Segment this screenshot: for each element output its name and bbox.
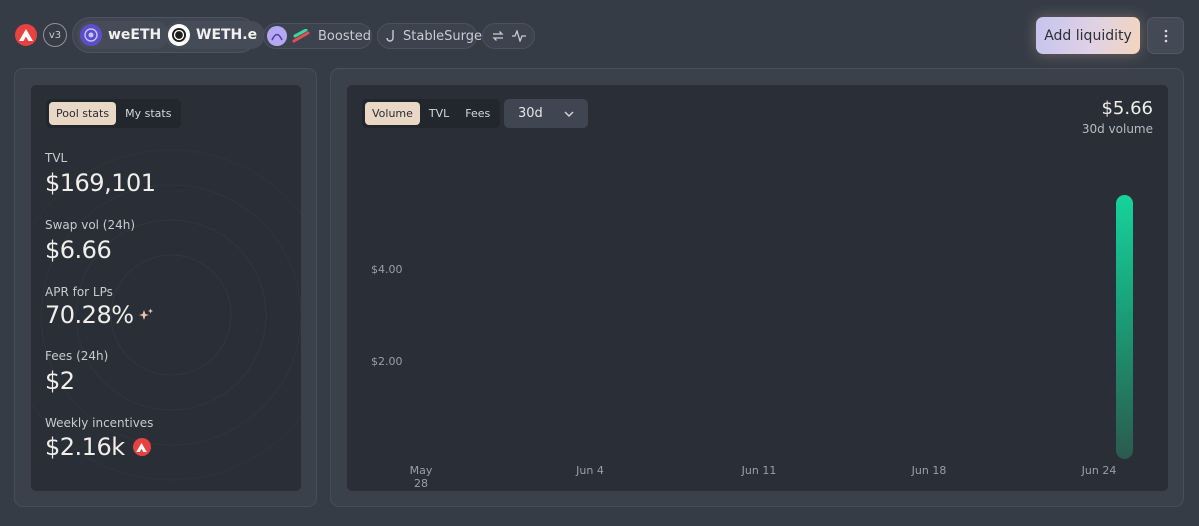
stablesurge-badge[interactable]: StableSurge: [377, 23, 482, 49]
boosted-badge[interactable]: Boosted: [263, 23, 372, 49]
avalanche-token-icon: [132, 438, 151, 456]
incentives-value-text: $2.16k: [45, 433, 125, 461]
token-weth[interactable]: WETH.e: [165, 21, 266, 49]
x-tick-label: May 28: [409, 464, 433, 490]
aave-icon: [267, 26, 287, 46]
kebab-menu-icon: [1164, 29, 1167, 42]
more-options-button[interactable]: [1147, 17, 1184, 54]
stats-tabs: Pool stats My stats: [46, 99, 182, 128]
stablesurge-label: StableSurge: [403, 28, 483, 44]
swap-volume-label: Swap vol (24h): [45, 218, 136, 232]
tab-my-stats[interactable]: My stats: [118, 102, 178, 125]
swap-arrows-icon: [492, 30, 504, 42]
apr-label: APR for LPs: [45, 285, 113, 299]
y-tick-label: $4.00: [371, 263, 403, 277]
avalanche-icon[interactable]: [15, 24, 37, 46]
version-badge: v3: [43, 23, 67, 47]
weeth-token-icon: [80, 24, 102, 46]
token-weeth-symbol: weETH: [108, 27, 162, 43]
sparkle-icon: [138, 308, 153, 320]
fees-value: $2: [45, 367, 75, 395]
boosted-label: Boosted: [318, 28, 371, 44]
add-liquidity-button[interactable]: Add liquidity: [1036, 17, 1140, 54]
apr-value-text: 70.28%: [45, 301, 134, 329]
apr-value[interactable]: 70.28%: [45, 301, 154, 329]
x-tick-label: Jun 11: [741, 464, 777, 477]
stablesurge-hook-icon: [386, 29, 398, 43]
tvl-value: $169,101: [45, 169, 156, 197]
token-weth-symbol: WETH.e: [196, 27, 258, 43]
x-tick-label: Jun 18: [911, 464, 947, 477]
x-tick-label: Jun 4: [576, 464, 604, 477]
token-weeth[interactable]: weETH: [77, 21, 170, 49]
swap-hooks-badge[interactable]: [482, 23, 535, 49]
y-tick-label: $2.00: [371, 354, 403, 368]
fees-label: Fees (24h): [45, 349, 109, 363]
incentives-value[interactable]: $2.16k: [45, 433, 151, 461]
weth-token-icon: [168, 24, 190, 46]
volume-bar[interactable]: [1116, 194, 1133, 459]
swap-volume-value: $6.66: [45, 236, 112, 264]
x-tick-label: Jun 24: [1081, 464, 1117, 477]
waveform-icon: [512, 30, 526, 42]
volume-chart: $4.00 $2.00 May 28 Jun 4 Jun 11 Jun 18 Jun 24: [347, 85, 1168, 491]
chart-panel: Volume TVL Fees 30d $5.66 30d volume $4.…: [347, 85, 1168, 491]
incentives-label: Weekly incentives: [45, 416, 154, 430]
token-pair-pill[interactable]: weETH WETH.e: [72, 17, 266, 53]
tvl-label: TVL: [45, 151, 68, 165]
stats-panel: Pool stats My stats TVL $169,101 Swap vo…: [31, 85, 301, 491]
tab-pool-stats[interactable]: Pool stats: [49, 102, 117, 125]
boosted-icon: [292, 27, 310, 45]
